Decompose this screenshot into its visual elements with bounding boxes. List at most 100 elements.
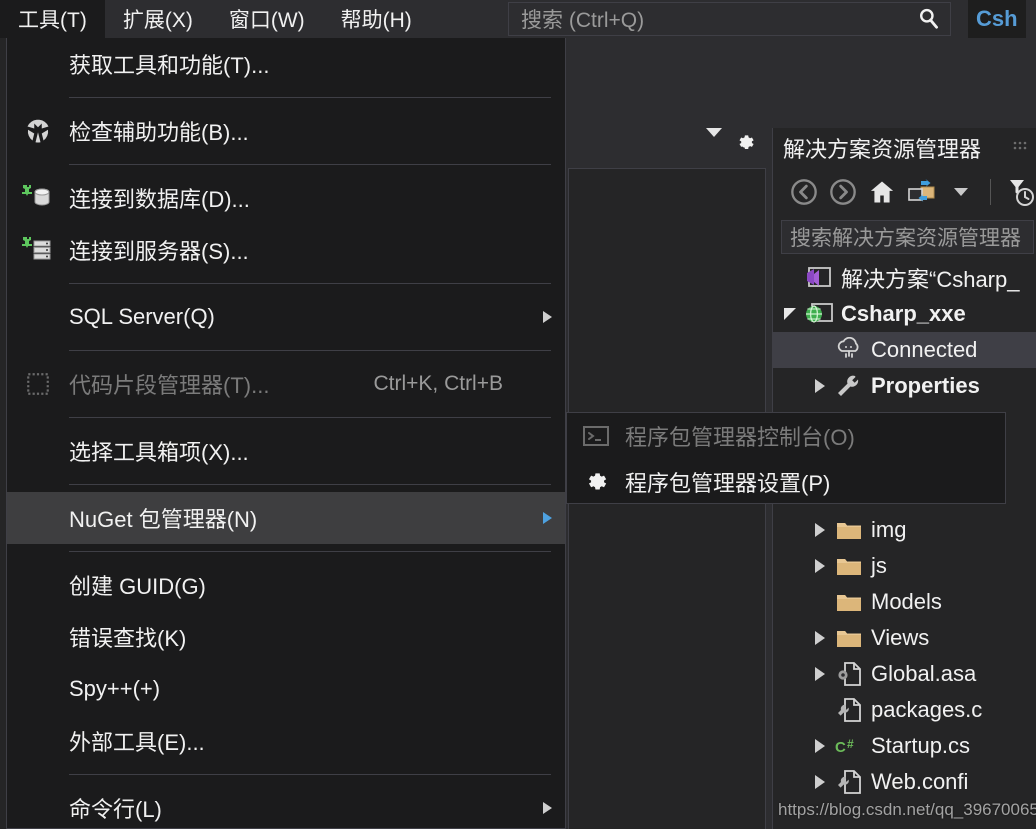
search-icon[interactable]	[908, 3, 950, 35]
grip-dots-icon[interactable]	[1012, 140, 1028, 156]
menu-separator	[69, 164, 551, 165]
config-file-icon	[833, 769, 865, 795]
tree-item[interactable]: 解决方案“Csharp_	[773, 260, 1036, 296]
tree-item[interactable]: Views	[773, 620, 1036, 656]
tree-item-label: Connected	[871, 337, 978, 362]
chevron-down-icon[interactable]	[706, 128, 722, 155]
tree-item[interactable]: packages.c	[773, 692, 1036, 728]
tree-item[interactable]: img	[773, 512, 1036, 548]
menu-item[interactable]: 选择工具箱项(X)...	[7, 425, 565, 477]
tree-item-label: packages.c	[871, 697, 983, 722]
tree-item[interactable]: js	[773, 548, 1036, 584]
menu-item[interactable]: 命令行(L)	[7, 782, 565, 829]
menu-item-label: 命令行(L)	[69, 797, 162, 822]
visual-studio-window: 工具(T) 扩展(X) 窗口(W) 帮助(H) 搜索 (Ctrl+Q) Csh …	[0, 0, 1036, 829]
tree-item[interactable]: Web.confi	[773, 764, 1036, 800]
chevron-right-icon[interactable]	[807, 379, 833, 393]
chevron-right-icon[interactable]	[807, 523, 833, 537]
solution-tree: 解决方案“Csharp_ Csharp_xxe Connected Propertie…	[773, 260, 1036, 800]
solution-explorer-search-input[interactable]: 搜索解决方案资源管理器	[781, 220, 1034, 254]
menu-separator	[69, 350, 551, 351]
csharp-file-icon: C #	[833, 733, 865, 759]
menubar-item-extensions[interactable]: 扩展(X)	[105, 0, 211, 38]
asax-file-icon	[833, 661, 865, 687]
menu-item[interactable]: 外部工具(E)...	[7, 715, 565, 767]
chevron-right-icon[interactable]	[807, 667, 833, 681]
tree-item[interactable]: C # Startup.cs	[773, 728, 1036, 764]
menu-item-label: 选择工具箱项(X)...	[69, 440, 249, 465]
document-tab[interactable]: Csh	[968, 0, 1026, 38]
connect-server-icon	[7, 235, 69, 265]
menu-separator	[69, 283, 551, 284]
menu-item[interactable]: 创建 GUID(G)	[7, 559, 565, 611]
tree-item-label: Csharp_xxe	[841, 301, 966, 326]
submenu-item-label: 程序包管理器控制台(O)	[625, 425, 855, 450]
folder-icon	[833, 626, 865, 650]
menu-item-label: Spy++(+)	[69, 676, 161, 701]
properties-icon	[833, 373, 865, 399]
gear-icon	[567, 469, 625, 495]
toolbar-separator	[989, 179, 991, 205]
menu-item[interactable]: 错误查找(K)	[7, 611, 565, 663]
menu-item[interactable]: NuGet 包管理器(N)	[7, 492, 565, 544]
menubar-item-window[interactable]: 窗口(W)	[211, 0, 323, 38]
menubar-item-tools[interactable]: 工具(T)	[0, 0, 105, 38]
submenu-arrow-icon	[529, 512, 565, 524]
switch-views-icon[interactable]	[905, 174, 938, 210]
tree-item[interactable]: Properties	[773, 368, 1036, 404]
menu-item[interactable]: Spy++(+)	[7, 663, 565, 715]
svg-text:C: C	[835, 739, 846, 756]
menu-item[interactable]: 连接到服务器(S)...	[7, 224, 565, 276]
chevron-right-icon[interactable]	[807, 559, 833, 573]
config-file-icon	[833, 697, 865, 723]
folder-icon	[833, 554, 865, 578]
folder-icon	[833, 590, 865, 614]
tree-item[interactable]: Csharp_xxe	[773, 296, 1036, 332]
back-button[interactable]	[787, 174, 820, 210]
tool-panel-header	[566, 128, 770, 164]
menu-item[interactable]: 检查辅助功能(B)...	[7, 105, 565, 157]
tree-item[interactable]: Connected	[773, 332, 1036, 368]
menu-item-label: 获取工具和功能(T)...	[69, 53, 270, 78]
menu-item-shortcut: Ctrl+K, Ctrl+B	[373, 372, 503, 395]
tree-item[interactable]: Global.asa	[773, 656, 1036, 692]
tree-item-label: Startup.cs	[871, 733, 971, 758]
folder-icon	[833, 518, 865, 542]
menu-item-label: 代码片段管理器(T)...	[69, 373, 270, 398]
filter-history-icon[interactable]	[1003, 174, 1036, 210]
accessibility-check-icon	[7, 116, 69, 146]
solution-explorer-title-bar: 解决方案资源管理器	[773, 128, 1036, 168]
switch-views-dropdown[interactable]	[944, 174, 977, 210]
chevron-right-icon[interactable]	[807, 739, 833, 753]
chevron-right-icon[interactable]	[807, 631, 833, 645]
menu-item: 代码片段管理器(T)... Ctrl+K, Ctrl+B	[7, 358, 565, 410]
tree-item-label: img	[871, 517, 907, 542]
submenu-item-label: 程序包管理器设置(P)	[625, 471, 831, 496]
tree-item-label: Global.asa	[871, 661, 977, 686]
submenu-item[interactable]: 程序包管理器设置(P)	[567, 459, 1005, 505]
quick-launch-search[interactable]: 搜索 (Ctrl+Q)	[508, 2, 951, 36]
menu-item[interactable]: 连接到数据库(D)...	[7, 172, 565, 224]
menu-item[interactable]: 获取工具和功能(T)...	[7, 38, 565, 90]
menu-item[interactable]: SQL Server(Q)	[7, 291, 565, 343]
menubar-item-help[interactable]: 帮助(H)	[323, 0, 430, 38]
menu-item-label: 连接到数据库(D)...	[69, 187, 250, 212]
chevron-down-icon[interactable]	[777, 308, 803, 320]
solution-explorer-search-placeholder: 搜索解决方案资源管理器	[790, 227, 1021, 250]
gear-icon[interactable]	[734, 133, 756, 160]
menu-separator	[69, 774, 551, 775]
tree-item[interactable]: Models	[773, 584, 1036, 620]
home-icon[interactable]	[866, 174, 899, 210]
tree-item-label: js	[871, 553, 887, 578]
menu-separator	[69, 97, 551, 98]
chevron-right-icon[interactable]	[807, 775, 833, 789]
svg-text:#: #	[847, 737, 854, 751]
connect-database-icon	[7, 183, 69, 213]
submenu-arrow-icon	[529, 311, 565, 323]
menu-item-label: 连接到服务器(S)...	[69, 239, 249, 264]
forward-button[interactable]	[826, 174, 859, 210]
submenu-arrow-icon	[529, 802, 565, 814]
nuget-package-manager-submenu: 程序包管理器控制台(O) 程序包管理器设置(P)	[566, 412, 1006, 504]
menu-item-label: 错误查找(K)	[69, 626, 187, 651]
tree-item-label: Views	[871, 625, 930, 650]
